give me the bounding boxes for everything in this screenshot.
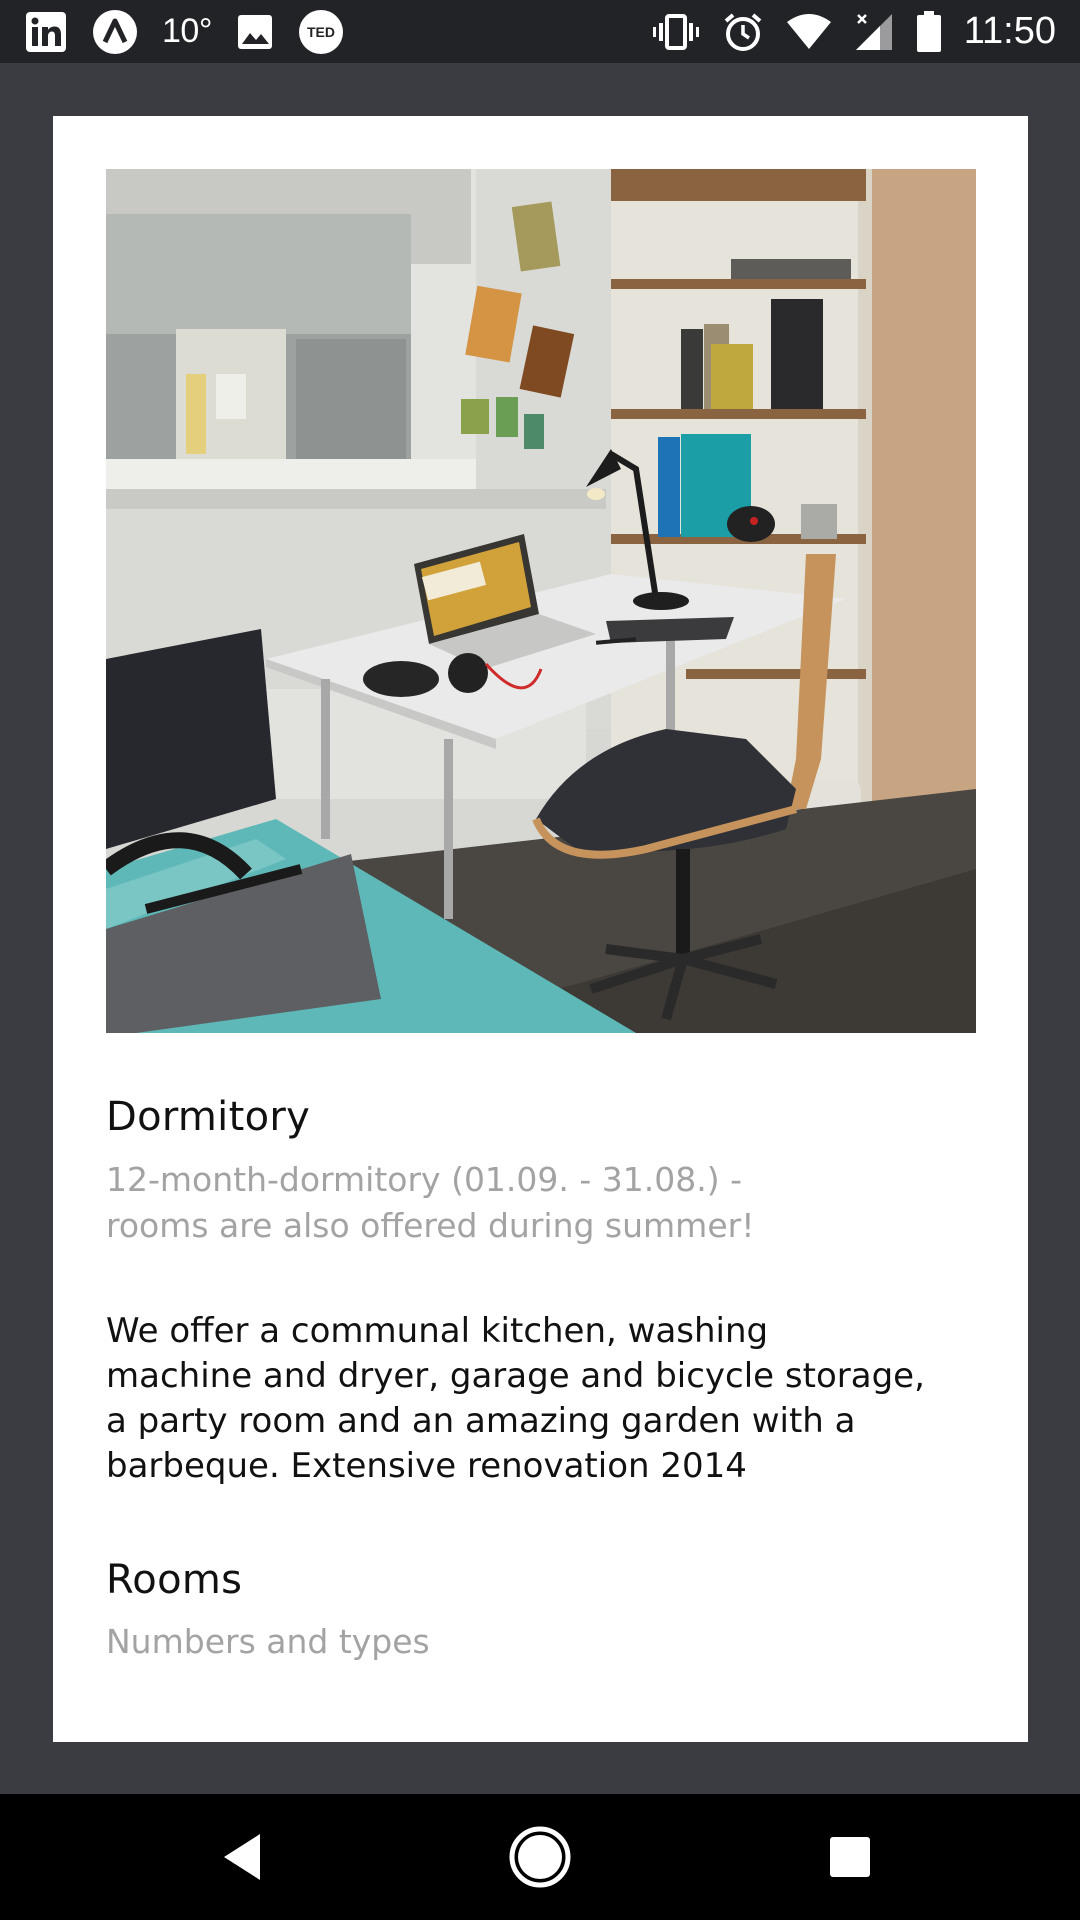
status-bar-left: 10° TED [24,9,368,55]
recents-icon[interactable] [815,1822,885,1892]
rooms-subtitle[interactable]: Numbers and types [106,1619,976,1665]
dormitory-subtitle: 12-month-dormitory (01.09. - 31.08.) - r… [106,1157,976,1249]
clock-text: 11:50 [963,10,1056,52]
description-line: barbeque. Extensive renovation 2014 [106,1446,747,1486]
svg-text:TED: TED [307,24,335,40]
alarm-icon [724,12,762,51]
ted-icon: TED [298,9,343,54]
description-line: machine and dryer, garage and bicycle st… [106,1356,925,1396]
rooms-title: Rooms [106,1557,243,1603]
wifi-icon [786,13,831,49]
dormitory-subtitle-line: 12-month-dormitory (01.09. - 31.08.) - [106,1160,743,1199]
navigation-bar [0,1794,1080,1920]
description-line: a party room and an amazing garden with … [106,1401,856,1441]
image-icon [237,14,272,49]
dormitory-title: Dormitory [106,1094,311,1140]
vibrate-icon [652,13,699,50]
dormitory-subtitle-line: rooms are also offered during summer! [106,1206,755,1245]
dormitory-photo [106,169,976,1033]
home-icon[interactable] [505,1822,575,1892]
back-icon[interactable] [210,1822,270,1892]
battery-icon [916,10,941,52]
status-bar: 10° TED 11:50 [0,0,1080,63]
description-line: We offer a communal kitchen, washing [106,1311,769,1351]
dormitory-description: We offer a communal kitchen, washing mac… [106,1309,986,1489]
status-bar-right: 11:50 [630,10,1056,53]
linkedin-icon [26,11,66,52]
dormitory-card[interactable]: Dormitory 12-month-dormitory (01.09. - 3… [53,116,1028,1742]
temperature-text: 10° [162,12,212,50]
arrow-app-icon [93,9,137,54]
cell-signal-icon [855,13,892,50]
